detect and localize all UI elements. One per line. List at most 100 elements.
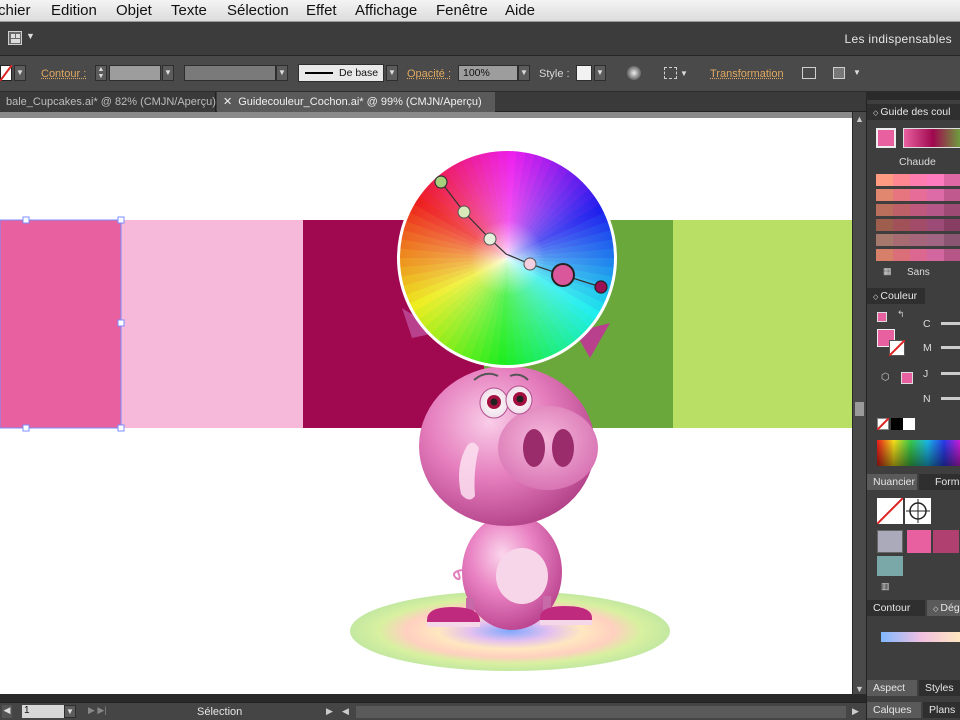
gradient-panel-tab[interactable]: ◇ Dég (927, 600, 960, 616)
menu-fenetre[interactable]: Fenêtre (436, 2, 488, 19)
base-color-swatch[interactable] (876, 128, 896, 148)
color-guide-swatch[interactable] (944, 219, 960, 231)
chevron-down-icon[interactable]: ▼ (26, 31, 35, 41)
graphic-styles-tab[interactable]: Styles (919, 680, 960, 696)
arrange-documents-icon[interactable] (8, 31, 22, 45)
scrollbar-thumb[interactable] (855, 402, 864, 416)
color-guide-variations[interactable] (876, 174, 960, 264)
scroll-right-icon[interactable]: ▶ (852, 706, 859, 717)
color-guide-swatch[interactable] (876, 219, 893, 231)
recolor-artwork-icon[interactable] (627, 66, 641, 80)
variable-width-field[interactable] (184, 65, 276, 81)
color-swatch-light-pink[interactable] (121, 220, 303, 428)
pig-belly[interactable] (496, 548, 548, 604)
color-guide-swatch[interactable] (910, 234, 927, 246)
color-guide-swatch[interactable] (910, 204, 927, 216)
color-guide-swatch[interactable] (927, 234, 944, 246)
color-guide-swatch[interactable] (893, 204, 910, 216)
artwork[interactable] (0, 118, 852, 694)
swatch-library-icon[interactable]: ▥ (881, 581, 890, 592)
next-page-icon[interactable]: ▶ ▶| (88, 705, 107, 716)
artboards-tab[interactable]: Plans (923, 702, 960, 718)
chevron-down-icon[interactable]: ▼ (680, 69, 688, 78)
black-slider[interactable] (941, 397, 960, 400)
artboard[interactable] (0, 118, 852, 694)
opacity-dropdown[interactable]: ▼ (518, 65, 530, 81)
color-tab[interactable]: ◇ Couleur (867, 288, 925, 304)
horizontal-scrollbar[interactable] (356, 706, 846, 718)
workspace-switcher[interactable]: Les indispensables (845, 32, 952, 46)
pig-tail[interactable] (453, 569, 463, 581)
color-guide-swatch[interactable] (893, 219, 910, 231)
scroll-down-icon[interactable]: ▼ (855, 684, 864, 694)
opacity-field[interactable]: 100% (458, 65, 518, 81)
stroke-stepper[interactable]: ▲ ▼ (95, 65, 107, 81)
none-color-swatch[interactable] (877, 418, 889, 430)
graphic-style-dropdown[interactable]: ▼ (594, 65, 606, 81)
gamut-color-swatch[interactable] (901, 372, 913, 384)
vertical-scrollbar[interactable]: ▲ ▼ (852, 112, 866, 694)
align-icon[interactable] (664, 67, 677, 79)
registration-swatch[interactable] (905, 498, 931, 524)
swatch-teal[interactable] (877, 556, 903, 576)
menu-edition[interactable]: Edition (51, 2, 97, 19)
pig-snout[interactable] (498, 406, 598, 490)
color-guide-swatch[interactable] (927, 189, 944, 201)
chevron-down-icon[interactable]: ▼ (853, 68, 861, 77)
color-guide-swatch[interactable] (893, 249, 910, 261)
fill-dropdown[interactable]: ▼ (14, 65, 26, 81)
color-guide-tab[interactable]: ◇ Guide des coul (867, 104, 960, 120)
black-swatch[interactable] (891, 418, 903, 430)
out-of-gamut-icon[interactable]: ⬡ (881, 372, 890, 383)
appearance-tab[interactable]: Aspect (867, 680, 917, 696)
close-icon[interactable]: ✕ (223, 96, 232, 108)
color-guide-swatch[interactable] (910, 174, 927, 186)
first-page-button[interactable]: ◀ (2, 705, 12, 718)
gradient-preview[interactable] (881, 632, 960, 642)
color-guide-swatch[interactable] (876, 204, 893, 216)
swatches-tab[interactable]: Nuancier (867, 474, 917, 490)
magenta-slider[interactable] (941, 346, 960, 349)
stroke-label[interactable]: Contour : (41, 68, 86, 80)
color-guide-swatch[interactable] (927, 219, 944, 231)
tab-cupcakes[interactable]: bale_Cupcakes.ai* @ 82% (CMJN/Aperçu) (0, 92, 216, 112)
menu-fichier[interactable]: chier (0, 2, 31, 19)
fill-none-icon[interactable] (0, 65, 12, 81)
menu-affichage[interactable]: Affichage (355, 2, 417, 19)
stroke-weight-field[interactable] (109, 65, 161, 81)
menu-texte[interactable]: Texte (171, 2, 207, 19)
folder-swatch-icon[interactable] (877, 530, 903, 553)
brush-definition-field[interactable]: De base (298, 64, 384, 82)
color-guide-swatch[interactable] (876, 234, 893, 246)
color-guide-swatch[interactable] (893, 174, 910, 186)
forms-tab[interactable]: Form (919, 474, 960, 490)
menu-selection[interactable]: Sélection (227, 2, 289, 19)
variable-width-dropdown[interactable]: ▼ (276, 65, 288, 81)
tab-guidecouleur[interactable]: ✕ Guidecouleur_Cochon.ai* @ 99% (CMJN/Ape… (217, 92, 495, 112)
color-guide-swatch[interactable] (876, 249, 893, 261)
menu-objet[interactable]: Objet (116, 2, 152, 19)
scroll-left-icon[interactable]: ◀ (342, 706, 349, 717)
opacity-label[interactable]: Opacité : (407, 68, 451, 80)
graphic-style-swatch[interactable] (576, 65, 592, 81)
scroll-up-icon[interactable]: ▲ (855, 114, 864, 124)
stroke-panel-tab[interactable]: Contour (867, 600, 925, 616)
color-guide-swatch[interactable] (876, 189, 893, 201)
color-guide-swatch[interactable] (927, 174, 944, 186)
color-guide-swatch[interactable] (944, 204, 960, 216)
color-guide-swatch[interactable] (893, 234, 910, 246)
panel-options-icon[interactable] (833, 67, 845, 79)
color-guide-swatch[interactable] (910, 189, 927, 201)
color-spectrum[interactable] (877, 440, 960, 466)
color-guide-swatch[interactable] (910, 219, 927, 231)
swap-icon[interactable]: ↰ (897, 309, 905, 320)
stroke-color-swatch[interactable] (889, 340, 905, 356)
menu-aide[interactable]: Aide (505, 2, 535, 19)
none-swatch[interactable] (876, 497, 904, 525)
swatch-pink[interactable] (907, 530, 931, 553)
white-swatch[interactable] (903, 418, 915, 430)
color-guide-swatch[interactable] (944, 174, 960, 186)
color-swatch-lime[interactable] (673, 220, 852, 428)
harmony-rules-field[interactable] (903, 128, 960, 148)
color-guide-swatch[interactable] (944, 189, 960, 201)
